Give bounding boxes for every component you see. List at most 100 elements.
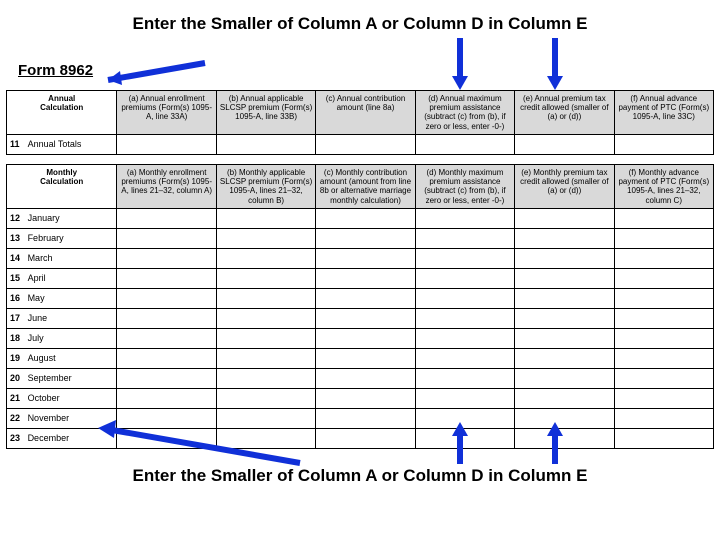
instruction-title-bottom: Enter the Smaller of Column A or Column … xyxy=(0,466,720,486)
annual-calculation-table: Annual Calculation (a) Annual enrollment… xyxy=(6,90,714,155)
arrow-top-col-e xyxy=(540,36,570,92)
cell xyxy=(117,248,216,268)
cell xyxy=(415,268,514,288)
cell xyxy=(117,134,216,154)
month-row-name: September xyxy=(25,368,117,388)
cell xyxy=(316,268,415,288)
cell xyxy=(117,348,216,368)
monthly-col-c: (c) Monthly contribution amount (amount … xyxy=(316,165,415,209)
cell xyxy=(117,388,216,408)
cell xyxy=(515,208,614,228)
cell xyxy=(415,208,514,228)
month-row-name: April xyxy=(25,268,117,288)
cell xyxy=(117,308,216,328)
cell xyxy=(515,368,614,388)
month-row-num: 19 xyxy=(7,348,25,368)
cell xyxy=(415,348,514,368)
cell xyxy=(216,388,315,408)
monthly-col-a: (a) Monthly enrollment premiums (Form(s)… xyxy=(117,165,216,209)
annual-col-d: (d) Annual maximum premium assistance (s… xyxy=(415,91,514,135)
month-row-num: 17 xyxy=(7,308,25,328)
cell xyxy=(614,288,713,308)
cell xyxy=(614,328,713,348)
cell xyxy=(316,248,415,268)
cell xyxy=(216,328,315,348)
arrow-bottom-col-e xyxy=(540,420,570,466)
annual-col-f: (f) Annual advance payment of PTC (Form(… xyxy=(614,91,713,135)
arrow-top-col-d xyxy=(445,36,475,92)
cell xyxy=(614,228,713,248)
month-row-name: August xyxy=(25,348,117,368)
cell xyxy=(316,408,415,428)
month-row-num: 23 xyxy=(7,428,25,448)
cell xyxy=(316,134,415,154)
month-row-num: 18 xyxy=(7,328,25,348)
cell xyxy=(515,268,614,288)
cell xyxy=(614,368,713,388)
cell xyxy=(216,308,315,328)
cell xyxy=(216,368,315,388)
cell xyxy=(216,288,315,308)
cell xyxy=(117,208,216,228)
annual-col-b: (b) Annual applicable SLCSP premium (For… xyxy=(216,91,315,135)
cell xyxy=(614,268,713,288)
month-row-name: February xyxy=(25,228,117,248)
cell xyxy=(117,328,216,348)
cell xyxy=(515,388,614,408)
month-row-num: 20 xyxy=(7,368,25,388)
cell xyxy=(316,388,415,408)
form-label: Form 8962 xyxy=(18,62,93,79)
cell xyxy=(316,288,415,308)
cell xyxy=(216,268,315,288)
cell xyxy=(515,348,614,368)
cell xyxy=(515,288,614,308)
arrow-bottom-col-d xyxy=(445,420,475,466)
cell xyxy=(415,368,514,388)
cell xyxy=(415,288,514,308)
cell xyxy=(216,134,315,154)
cell xyxy=(316,348,415,368)
cell xyxy=(117,228,216,248)
month-row-name: June xyxy=(25,308,117,328)
cell xyxy=(415,388,514,408)
month-row-num: 13 xyxy=(7,228,25,248)
cell xyxy=(515,308,614,328)
cell xyxy=(316,228,415,248)
cell xyxy=(614,248,713,268)
cell xyxy=(515,328,614,348)
cell xyxy=(415,228,514,248)
cell xyxy=(316,428,415,448)
month-row-num: 15 xyxy=(7,268,25,288)
month-row-name: July xyxy=(25,328,117,348)
annual-col-c: (c) Annual contribution amount (line 8a) xyxy=(316,91,415,135)
cell xyxy=(415,134,514,154)
cell xyxy=(316,368,415,388)
cell xyxy=(316,208,415,228)
monthly-col-d: (d) Monthly maximum premium assistance (… xyxy=(415,165,514,209)
month-row-num: 16 xyxy=(7,288,25,308)
cell xyxy=(316,328,415,348)
cell xyxy=(415,248,514,268)
month-row-num: 21 xyxy=(7,388,25,408)
cell xyxy=(415,308,514,328)
cell xyxy=(117,268,216,288)
arrow-top-to-form xyxy=(90,58,210,92)
annual-col-e: (e) Annual premium tax credit allowed (s… xyxy=(515,91,614,135)
cell xyxy=(614,408,713,428)
cell xyxy=(117,368,216,388)
cell xyxy=(614,428,713,448)
month-row-name: March xyxy=(25,248,117,268)
annual-row-num: 11 xyxy=(7,134,25,154)
monthly-calculation-table: Monthly Calculation (a) Monthly enrollme… xyxy=(6,164,714,449)
cell xyxy=(614,308,713,328)
month-row-num: 22 xyxy=(7,408,25,428)
instruction-title-top: Enter the Smaller of Column A or Column … xyxy=(0,14,720,34)
cell xyxy=(614,208,713,228)
cell xyxy=(316,308,415,328)
annual-label: Annual Calculation xyxy=(7,91,117,135)
cell xyxy=(415,328,514,348)
cell xyxy=(614,388,713,408)
monthly-label: Monthly Calculation xyxy=(7,165,117,209)
month-row-num: 12 xyxy=(7,208,25,228)
annual-col-a: (a) Annual enrollment premiums (Form(s) … xyxy=(117,91,216,135)
